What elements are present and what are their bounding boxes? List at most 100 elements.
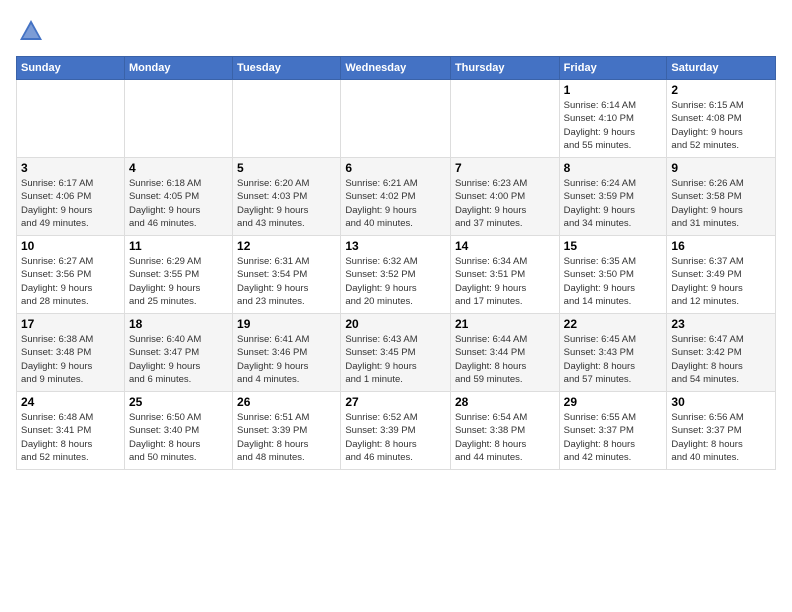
day-number: 28 — [455, 395, 555, 409]
calendar-cell: 24 Sunrise: 6:48 AM Sunset: 3:41 PM Dayli… — [17, 392, 125, 470]
calendar-day-header: Wednesday — [341, 57, 451, 80]
calendar-cell: 26Sunrise: 6:51 AM Sunset: 3:39 PM Dayli… — [233, 392, 341, 470]
day-number: 17 — [21, 317, 120, 331]
day-info: Sunrise: 6:44 AM Sunset: 3:44 PM Dayligh… — [455, 333, 555, 386]
calendar-cell: 11Sunrise: 6:29 AM Sunset: 3:55 PM Dayli… — [124, 236, 232, 314]
day-number: 16 — [671, 239, 771, 253]
calendar-cell: 1 Sunrise: 6:14 AM Sunset: 4:10 PM Daylig… — [559, 80, 667, 158]
day-number: 27 — [345, 395, 446, 409]
calendar-day-header: Tuesday — [233, 57, 341, 80]
day-info: Sunrise: 6:55 AM Sunset: 3:37 PM Dayligh… — [564, 411, 663, 464]
calendar-day-header: Sunday — [17, 57, 125, 80]
day-number: 13 — [345, 239, 446, 253]
day-info: Sunrise: 6:18 AM Sunset: 4:05 PM Dayligh… — [129, 177, 228, 230]
calendar-cell: 20 Sunrise: 6:43 AM Sunset: 3:45 PM Dayli… — [341, 314, 451, 392]
calendar-cell: 30Sunrise: 6:56 AM Sunset: 3:37 PM Dayli… — [667, 392, 776, 470]
calendar-cell: 13 Sunrise: 6:32 AM Sunset: 3:52 PM Dayli… — [341, 236, 451, 314]
calendar-cell — [124, 80, 232, 158]
day-number: 22 — [564, 317, 663, 331]
calendar-cell: 15 Sunrise: 6:35 AM Sunset: 3:50 PM Dayli… — [559, 236, 667, 314]
calendar-cell — [450, 80, 559, 158]
day-info: Sunrise: 6:47 AM Sunset: 3:42 PM Dayligh… — [671, 333, 771, 386]
calendar-cell: 25Sunrise: 6:50 AM Sunset: 3:40 PM Dayli… — [124, 392, 232, 470]
day-number: 7 — [455, 161, 555, 175]
calendar-cell: 16 Sunrise: 6:37 AM Sunset: 3:49 PM Dayli… — [667, 236, 776, 314]
day-info: Sunrise: 6:54 AM Sunset: 3:38 PM Dayligh… — [455, 411, 555, 464]
calendar-cell: 29 Sunrise: 6:55 AM Sunset: 3:37 PM Dayli… — [559, 392, 667, 470]
calendar-cell: 22 Sunrise: 6:45 AM Sunset: 3:43 PM Dayli… — [559, 314, 667, 392]
calendar-day-header: Friday — [559, 57, 667, 80]
calendar-cell: 19Sunrise: 6:41 AM Sunset: 3:46 PM Dayli… — [233, 314, 341, 392]
day-info: Sunrise: 6:15 AM Sunset: 4:08 PM Dayligh… — [671, 99, 771, 152]
day-number: 18 — [129, 317, 228, 331]
page: SundayMondayTuesdayWednesdayThursdayFrid… — [0, 0, 792, 612]
calendar-cell: 8 Sunrise: 6:24 AM Sunset: 3:59 PM Daylig… — [559, 158, 667, 236]
logo — [16, 16, 52, 46]
day-number: 4 — [129, 161, 228, 175]
day-info: Sunrise: 6:52 AM Sunset: 3:39 PM Dayligh… — [345, 411, 446, 464]
day-info: Sunrise: 6:45 AM Sunset: 3:43 PM Dayligh… — [564, 333, 663, 386]
calendar-cell: 28 Sunrise: 6:54 AM Sunset: 3:38 PM Dayli… — [450, 392, 559, 470]
day-info: Sunrise: 6:41 AM Sunset: 3:46 PM Dayligh… — [237, 333, 336, 386]
header — [16, 16, 776, 46]
calendar-table: SundayMondayTuesdayWednesdayThursdayFrid… — [16, 56, 776, 470]
day-info: Sunrise: 6:32 AM Sunset: 3:52 PM Dayligh… — [345, 255, 446, 308]
day-info: Sunrise: 6:56 AM Sunset: 3:37 PM Dayligh… — [671, 411, 771, 464]
calendar-week-row: 17 Sunrise: 6:38 AM Sunset: 3:48 PM Dayli… — [17, 314, 776, 392]
calendar-cell: 6Sunrise: 6:21 AM Sunset: 4:02 PM Daylig… — [341, 158, 451, 236]
calendar-week-row: 3 Sunrise: 6:17 AM Sunset: 4:06 PM Daylig… — [17, 158, 776, 236]
calendar-body: 1 Sunrise: 6:14 AM Sunset: 4:10 PM Daylig… — [17, 80, 776, 470]
calendar-day-header: Monday — [124, 57, 232, 80]
calendar-week-row: 10Sunrise: 6:27 AM Sunset: 3:56 PM Dayli… — [17, 236, 776, 314]
calendar-cell: 2 Sunrise: 6:15 AM Sunset: 4:08 PM Daylig… — [667, 80, 776, 158]
calendar-cell: 4 Sunrise: 6:18 AM Sunset: 4:05 PM Daylig… — [124, 158, 232, 236]
day-number: 14 — [455, 239, 555, 253]
calendar-cell: 27 Sunrise: 6:52 AM Sunset: 3:39 PM Dayli… — [341, 392, 451, 470]
day-number: 21 — [455, 317, 555, 331]
day-number: 3 — [21, 161, 120, 175]
day-number: 20 — [345, 317, 446, 331]
day-info: Sunrise: 6:14 AM Sunset: 4:10 PM Dayligh… — [564, 99, 663, 152]
day-info: Sunrise: 6:37 AM Sunset: 3:49 PM Dayligh… — [671, 255, 771, 308]
day-info: Sunrise: 6:40 AM Sunset: 3:47 PM Dayligh… — [129, 333, 228, 386]
day-number: 5 — [237, 161, 336, 175]
day-number: 24 — [21, 395, 120, 409]
day-number: 6 — [345, 161, 446, 175]
day-info: Sunrise: 6:48 AM Sunset: 3:41 PM Dayligh… — [21, 411, 120, 464]
calendar-cell — [341, 80, 451, 158]
day-number: 8 — [564, 161, 663, 175]
day-info: Sunrise: 6:51 AM Sunset: 3:39 PM Dayligh… — [237, 411, 336, 464]
day-number: 12 — [237, 239, 336, 253]
calendar-week-row: 1 Sunrise: 6:14 AM Sunset: 4:10 PM Daylig… — [17, 80, 776, 158]
day-number: 15 — [564, 239, 663, 253]
day-number: 25 — [129, 395, 228, 409]
calendar-cell: 18 Sunrise: 6:40 AM Sunset: 3:47 PM Dayli… — [124, 314, 232, 392]
calendar-header-row: SundayMondayTuesdayWednesdayThursdayFrid… — [17, 57, 776, 80]
logo-icon — [16, 16, 46, 46]
calendar-cell: 5 Sunrise: 6:20 AM Sunset: 4:03 PM Daylig… — [233, 158, 341, 236]
day-info: Sunrise: 6:31 AM Sunset: 3:54 PM Dayligh… — [237, 255, 336, 308]
calendar-week-row: 24 Sunrise: 6:48 AM Sunset: 3:41 PM Dayli… — [17, 392, 776, 470]
day-number: 1 — [564, 83, 663, 97]
day-info: Sunrise: 6:20 AM Sunset: 4:03 PM Dayligh… — [237, 177, 336, 230]
day-number: 10 — [21, 239, 120, 253]
calendar-day-header: Saturday — [667, 57, 776, 80]
day-info: Sunrise: 6:43 AM Sunset: 3:45 PM Dayligh… — [345, 333, 446, 386]
day-info: Sunrise: 6:17 AM Sunset: 4:06 PM Dayligh… — [21, 177, 120, 230]
day-number: 11 — [129, 239, 228, 253]
day-info: Sunrise: 6:26 AM Sunset: 3:58 PM Dayligh… — [671, 177, 771, 230]
day-info: Sunrise: 6:38 AM Sunset: 3:48 PM Dayligh… — [21, 333, 120, 386]
day-number: 2 — [671, 83, 771, 97]
calendar-cell: 17 Sunrise: 6:38 AM Sunset: 3:48 PM Dayli… — [17, 314, 125, 392]
calendar-cell: 14Sunrise: 6:34 AM Sunset: 3:51 PM Dayli… — [450, 236, 559, 314]
calendar-cell: 23 Sunrise: 6:47 AM Sunset: 3:42 PM Dayli… — [667, 314, 776, 392]
calendar-cell: 3 Sunrise: 6:17 AM Sunset: 4:06 PM Daylig… — [17, 158, 125, 236]
calendar-cell: 21 Sunrise: 6:44 AM Sunset: 3:44 PM Dayli… — [450, 314, 559, 392]
day-info: Sunrise: 6:35 AM Sunset: 3:50 PM Dayligh… — [564, 255, 663, 308]
calendar-cell — [17, 80, 125, 158]
calendar-day-header: Thursday — [450, 57, 559, 80]
day-info: Sunrise: 6:24 AM Sunset: 3:59 PM Dayligh… — [564, 177, 663, 230]
calendar-cell: 10Sunrise: 6:27 AM Sunset: 3:56 PM Dayli… — [17, 236, 125, 314]
day-number: 29 — [564, 395, 663, 409]
day-number: 23 — [671, 317, 771, 331]
